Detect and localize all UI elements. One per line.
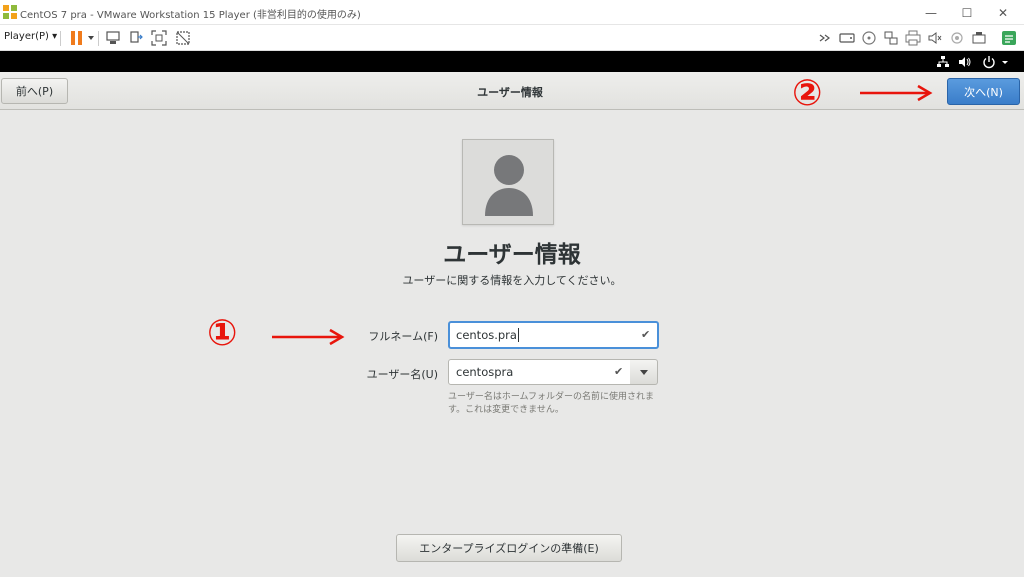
username-dropdown-chevron-down-icon[interactable]: [630, 359, 658, 385]
annotation-marker-1: ①: [207, 313, 238, 354]
next-button[interactable]: 次へ(N): [947, 78, 1020, 105]
fullname-input[interactable]: centos.pra: [448, 321, 659, 349]
network-status-icon[interactable]: [936, 55, 950, 69]
unity-icon[interactable]: [174, 29, 192, 47]
annotation-arrow-2-icon: [860, 84, 933, 102]
window-titlebar: CentOS 7 pra - VMware Workstation 15 Pla…: [0, 0, 1024, 25]
page-title: ユーザー情報: [443, 242, 581, 268]
removable-devices-icon[interactable]: [127, 29, 145, 47]
pause-dropdown-icon[interactable]: [88, 36, 94, 40]
username-input[interactable]: centospra: [448, 359, 631, 385]
avatar[interactable]: [462, 139, 554, 225]
fullname-value: centos.pra: [456, 328, 517, 342]
header-title: ユーザー情報: [477, 86, 543, 99]
username-value: centospra: [456, 365, 514, 379]
usb-device-icon[interactable]: [970, 29, 988, 47]
toolbar-separator: [98, 31, 99, 46]
camera-icon[interactable]: [948, 29, 966, 47]
vmware-app-icon: [3, 5, 17, 19]
pause-icon[interactable]: [70, 30, 84, 46]
text-cursor: [517, 328, 519, 342]
maximize-button[interactable]: ☐: [950, 0, 984, 25]
username-label: ユーザー名(U): [366, 368, 438, 381]
send-ctrl-alt-del-icon[interactable]: [104, 29, 122, 47]
back-button[interactable]: 前へ(P): [1, 78, 68, 104]
username-valid-check-icon: ✔: [614, 365, 624, 378]
cd-dvd-icon[interactable]: [860, 29, 878, 47]
close-button[interactable]: ✕: [986, 0, 1020, 25]
system-menu-chevron-down-icon[interactable]: [1000, 55, 1010, 69]
printer-icon[interactable]: [904, 29, 922, 47]
fullname-valid-check-icon: ✔: [641, 328, 651, 341]
message-log-icon[interactable]: [1000, 29, 1018, 47]
volume-icon[interactable]: [958, 55, 972, 69]
player-menu[interactable]: Player(P) ▾: [4, 31, 57, 42]
network-adapter-icon[interactable]: [882, 29, 900, 47]
toolbar-separator: [60, 31, 61, 46]
user-icon: [485, 155, 533, 216]
annotation-marker-2: ②: [792, 73, 823, 114]
username-hint: ユーザー名はホームフォルダーの名前に使用されます。これは変更できません。: [448, 392, 655, 415]
page-subtitle: ユーザーに関する情報を入力してください。: [402, 274, 622, 287]
more-devices-icon[interactable]: [816, 29, 834, 47]
sound-card-icon[interactable]: [926, 29, 944, 47]
power-icon[interactable]: [982, 55, 996, 69]
minimize-button[interactable]: —: [914, 0, 948, 25]
enterprise-login-button[interactable]: エンタープライズログインの準備(E): [396, 534, 622, 562]
hard-disk-icon[interactable]: [838, 29, 856, 47]
annotation-arrow-1-icon: [272, 328, 345, 346]
window-title: CentOS 7 pra - VMware Workstation 15 Pla…: [20, 10, 361, 21]
fullscreen-icon[interactable]: [150, 29, 168, 47]
guest-top-bar: [0, 51, 1024, 72]
vmware-toolbar: Player(P) ▾: [0, 25, 1024, 51]
